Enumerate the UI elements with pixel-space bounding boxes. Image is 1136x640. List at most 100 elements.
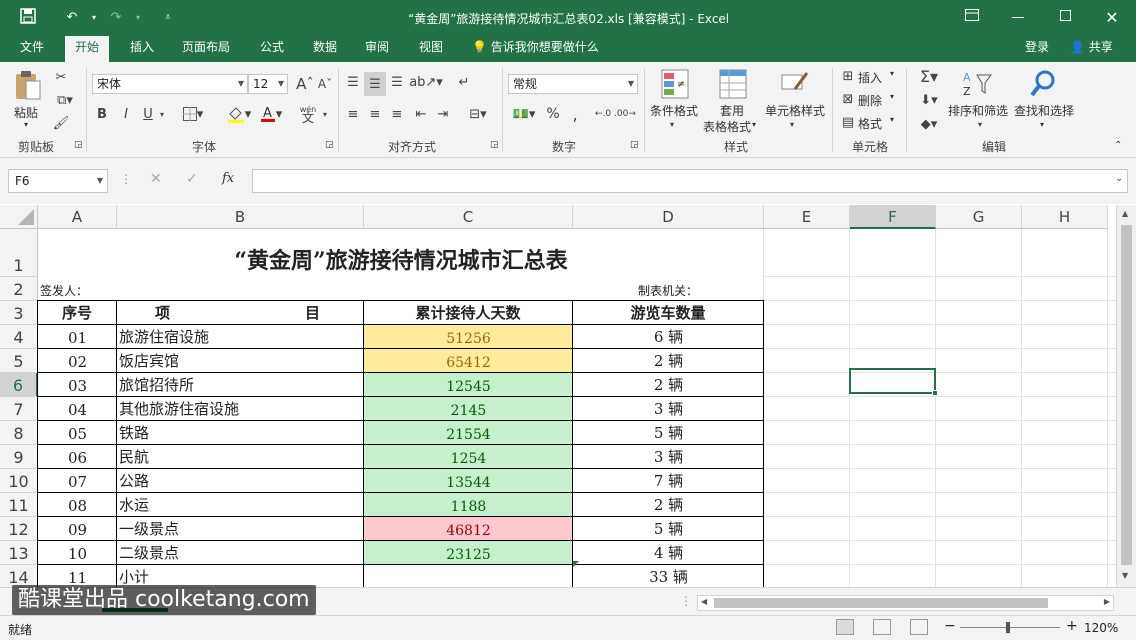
tab-view[interactable]: 视图 [409,36,453,62]
horizontal-scroll-thumb[interactable] [714,598,1048,608]
header-total[interactable]: 累计接待人天数 [364,301,572,325]
cell-item[interactable]: 民航 [119,445,362,469]
cell-cars[interactable]: 33 辆 [573,565,764,587]
align-right-icon[interactable]: ≡ [388,104,406,124]
redo-icon[interactable]: ↷ [106,8,126,28]
zoom-out-icon[interactable]: − [944,618,956,634]
cell-item[interactable]: 饭店宾馆 [119,349,362,373]
tab-insert[interactable]: 插入 [120,36,164,62]
cell-no[interactable]: 09 [38,517,117,541]
column-header-e[interactable]: E [764,205,850,229]
align-center-icon[interactable]: ≡ [366,104,384,124]
cut-icon[interactable]: ✂ [52,68,70,86]
fill-handle[interactable] [932,390,938,396]
column-header-h[interactable]: H [1022,205,1108,229]
confirm-entry-icon[interactable]: ✓ [186,171,198,187]
column-header-c[interactable]: C [364,205,573,229]
cell-total[interactable]: 12545 [364,373,573,397]
orientation-icon[interactable]: ab↗▾ [409,72,443,92]
sort-dropdown-icon[interactable]: ▾ [978,120,982,129]
cell-no[interactable]: 08 [38,493,117,517]
underline-dropdown-icon[interactable]: ▾ [157,104,167,124]
paste-icon[interactable] [12,68,44,102]
agency-label[interactable]: 制表机关： [574,277,762,301]
cell-total[interactable]: 21554 [364,421,573,445]
format-painter-icon[interactable]: 🖌 [52,114,70,132]
borders-icon[interactable]: ▾ [178,104,208,124]
tab-data[interactable]: 数据 [303,36,347,62]
sheet-title[interactable]: “黄金周”旅游接待情况城市汇总表 [38,229,764,277]
underline-icon[interactable]: U [140,104,156,124]
cancel-entry-icon[interactable]: ✕ [150,171,162,187]
cell-no[interactable]: 10 [38,541,117,565]
minimize-icon[interactable]: — [1008,8,1028,28]
insert-dropdown-icon[interactable]: ▾ [890,69,894,78]
delete-cells-icon[interactable]: ⊠ [840,91,856,107]
paste-dropdown-icon[interactable]: ▾ [24,120,28,129]
header-no[interactable]: 序号 [38,301,116,325]
decrease-indent-icon[interactable]: ⇤ [412,104,430,124]
font-size-select[interactable]: 12 ▼ [248,74,288,94]
cell-cars[interactable]: 5 辆 [573,517,764,541]
cell-total[interactable]: 2145 [364,397,573,421]
expand-formula-bar-icon[interactable]: ⌄ [1115,173,1123,184]
clipboard-launcher-icon[interactable]: ◲ [74,140,83,150]
phonetic-guide-icon[interactable]: wén 文 [298,102,318,126]
cell-styles-icon[interactable] [780,68,810,100]
row-header-1[interactable]: 1 [0,229,38,277]
customize-qat-icon[interactable]: ⩡ [158,8,178,28]
vertical-scrollbar[interactable]: ▲ ▼ [1116,205,1136,587]
scroll-up-icon[interactable]: ▲ [1122,209,1128,218]
cell-cars[interactable]: 3 辆 [573,397,764,421]
tab-page-layout[interactable]: 页面布局 [172,36,240,62]
cell-item[interactable]: 其他旅游住宿设施 [119,397,362,421]
row-header-6[interactable]: 6 [0,373,38,397]
row-header-5[interactable]: 5 [0,349,38,373]
increase-indent-icon[interactable]: ⇥ [434,104,452,124]
insert-cells-label[interactable]: 插入 [858,69,882,86]
redo-dropdown-icon[interactable]: ▾ [128,8,148,28]
header-item[interactable]: 项 [155,301,195,325]
delete-cells-label[interactable]: 删除 [858,92,882,109]
tell-me-box[interactable]: 💡 告诉我你想要做什么 [462,36,609,62]
comma-style-icon[interactable]: , [568,104,582,124]
cell-total[interactable]: 46812 [364,517,573,541]
column-header-d[interactable]: D [573,205,764,229]
ribbon-display-options-icon[interactable] [962,8,982,28]
collapse-ribbon-icon[interactable]: ⌃ [1114,140,1122,151]
tab-home[interactable]: 开始 [65,36,110,62]
format-table-label-2[interactable]: 表格格式 [703,118,751,135]
cell-item[interactable]: 水运 [119,493,362,517]
undo-icon[interactable]: ↶ [62,8,82,28]
alignment-launcher-icon[interactable]: ◲ [490,140,499,150]
number-launcher-icon[interactable]: ◲ [630,140,639,150]
cell-item[interactable]: 小计 [119,565,362,587]
cell-total[interactable]: 23125 [364,541,573,565]
cell-no[interactable]: 06 [38,445,117,469]
find-select-label[interactable]: 查找和选择 [1014,102,1074,119]
find-select-icon[interactable] [1028,68,1058,100]
format-table-dropdown-icon[interactable]: ▾ [752,120,756,129]
scroll-left-icon[interactable]: ◀ [701,597,707,606]
scroll-down-icon[interactable]: ▼ [1122,571,1128,580]
cell-no[interactable]: 01 [38,325,117,349]
format-cells-icon[interactable]: ▤ [840,114,856,130]
find-dropdown-icon[interactable]: ▾ [1040,120,1044,129]
format-table-label-1[interactable]: 套用 [720,102,744,119]
autosum-icon[interactable]: Σ▾ [914,66,944,86]
cell-total[interactable]: 13544 [364,469,573,493]
hscroll-splitter-icon[interactable]: ⋮ [680,594,692,608]
align-left-icon[interactable]: ≡ [344,104,362,124]
conditional-formatting-icon[interactable]: ≠ [660,68,690,100]
cell-cars[interactable]: 2 辆 [573,373,764,397]
cell-item[interactable]: 公路 [119,469,362,493]
cell-styles-dropdown-icon[interactable]: ▾ [790,120,794,129]
zoom-level[interactable]: 120% [1084,621,1118,635]
login-link[interactable]: 登录 [1015,36,1059,62]
share-button[interactable]: 👤 共享 [1060,36,1123,62]
format-cells-label[interactable]: 格式 [858,115,882,132]
header-cars[interactable]: 游览车数量 [572,301,764,325]
close-icon[interactable]: ✕ [1102,8,1122,28]
column-header-b[interactable]: B [117,205,364,229]
font-color-icon[interactable]: A ▾ [256,104,286,124]
